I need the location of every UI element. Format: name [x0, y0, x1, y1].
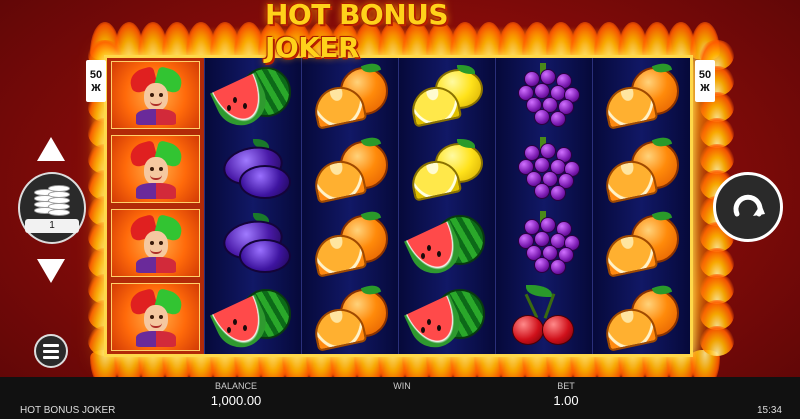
reel-5 [496, 58, 593, 354]
orange-icon [593, 132, 690, 206]
bet-label: BET [557, 381, 575, 391]
coin-stack-icon [32, 183, 72, 217]
menu-icon-bar [43, 355, 59, 359]
orange-icon [302, 58, 398, 132]
lemon-icon [399, 132, 495, 206]
reel-2 [205, 58, 302, 356]
grapes-icon [496, 58, 592, 132]
bet-decrease-button[interactable] [36, 256, 66, 286]
watermelon-icon [205, 280, 301, 356]
watermelon-icon [205, 58, 301, 134]
triangle-up-icon [37, 137, 65, 161]
menu-button[interactable] [34, 334, 68, 368]
reel-3 [302, 58, 399, 354]
watermelon-icon [399, 280, 495, 356]
win-label: WIN [393, 381, 411, 391]
paylines-badge-right: 50 ж [695, 60, 715, 102]
paylines-badge-left: 50 ж [86, 60, 106, 102]
joker-icon [107, 132, 204, 206]
plum-icon [205, 206, 301, 280]
balance-display: BALANCE 1,000.00 [200, 381, 272, 408]
joker-icon [107, 280, 204, 354]
orange-icon [302, 280, 398, 354]
orange-icon [593, 280, 690, 354]
plum-icon [205, 132, 301, 206]
menu-icon-bar [43, 349, 59, 353]
paylines-glyph: ж [91, 79, 101, 94]
win-display: WIN [372, 381, 432, 393]
bet-selector[interactable]: 1 [18, 172, 86, 244]
game-logo: HOT BONUS JOKER [265, 0, 449, 64]
triangle-down-icon [37, 259, 65, 283]
grapes-icon [496, 132, 592, 206]
reel-6 [593, 58, 690, 354]
balance-value: 1,000.00 [210, 393, 262, 408]
cherry-icon [496, 280, 592, 354]
bet-level-value: 1 [25, 219, 79, 233]
footer-game-name: HOT BONUS JOKER [20, 405, 116, 416]
reel-4 [399, 58, 496, 356]
clock: 15:34 [756, 405, 782, 416]
joker-icon [107, 206, 204, 280]
reel-1 [107, 58, 205, 354]
reel-frame [104, 55, 693, 357]
balance-label: BALANCE [214, 381, 258, 391]
grapes-icon [496, 206, 592, 280]
lemon-icon [399, 58, 495, 132]
hamburger-menu-icon [43, 343, 59, 347]
bet-increase-button[interactable] [36, 134, 66, 164]
spin-button[interactable] [713, 172, 783, 242]
flame-icon [700, 326, 734, 356]
orange-icon [302, 206, 398, 280]
paylines-glyph: ж [700, 79, 710, 94]
joker-icon [107, 58, 204, 132]
bet-display: BET 1.00 [540, 381, 592, 408]
status-bar: HOT BONUS JOKER BALANCE 1,000.00 WIN BET… [0, 377, 800, 419]
orange-icon [302, 132, 398, 206]
spin-arrow-icon [733, 194, 765, 217]
orange-icon [593, 206, 690, 280]
reels [107, 58, 690, 356]
watermelon-icon [399, 206, 495, 282]
bet-value: 1.00 [553, 393, 579, 408]
orange-icon [593, 58, 690, 132]
